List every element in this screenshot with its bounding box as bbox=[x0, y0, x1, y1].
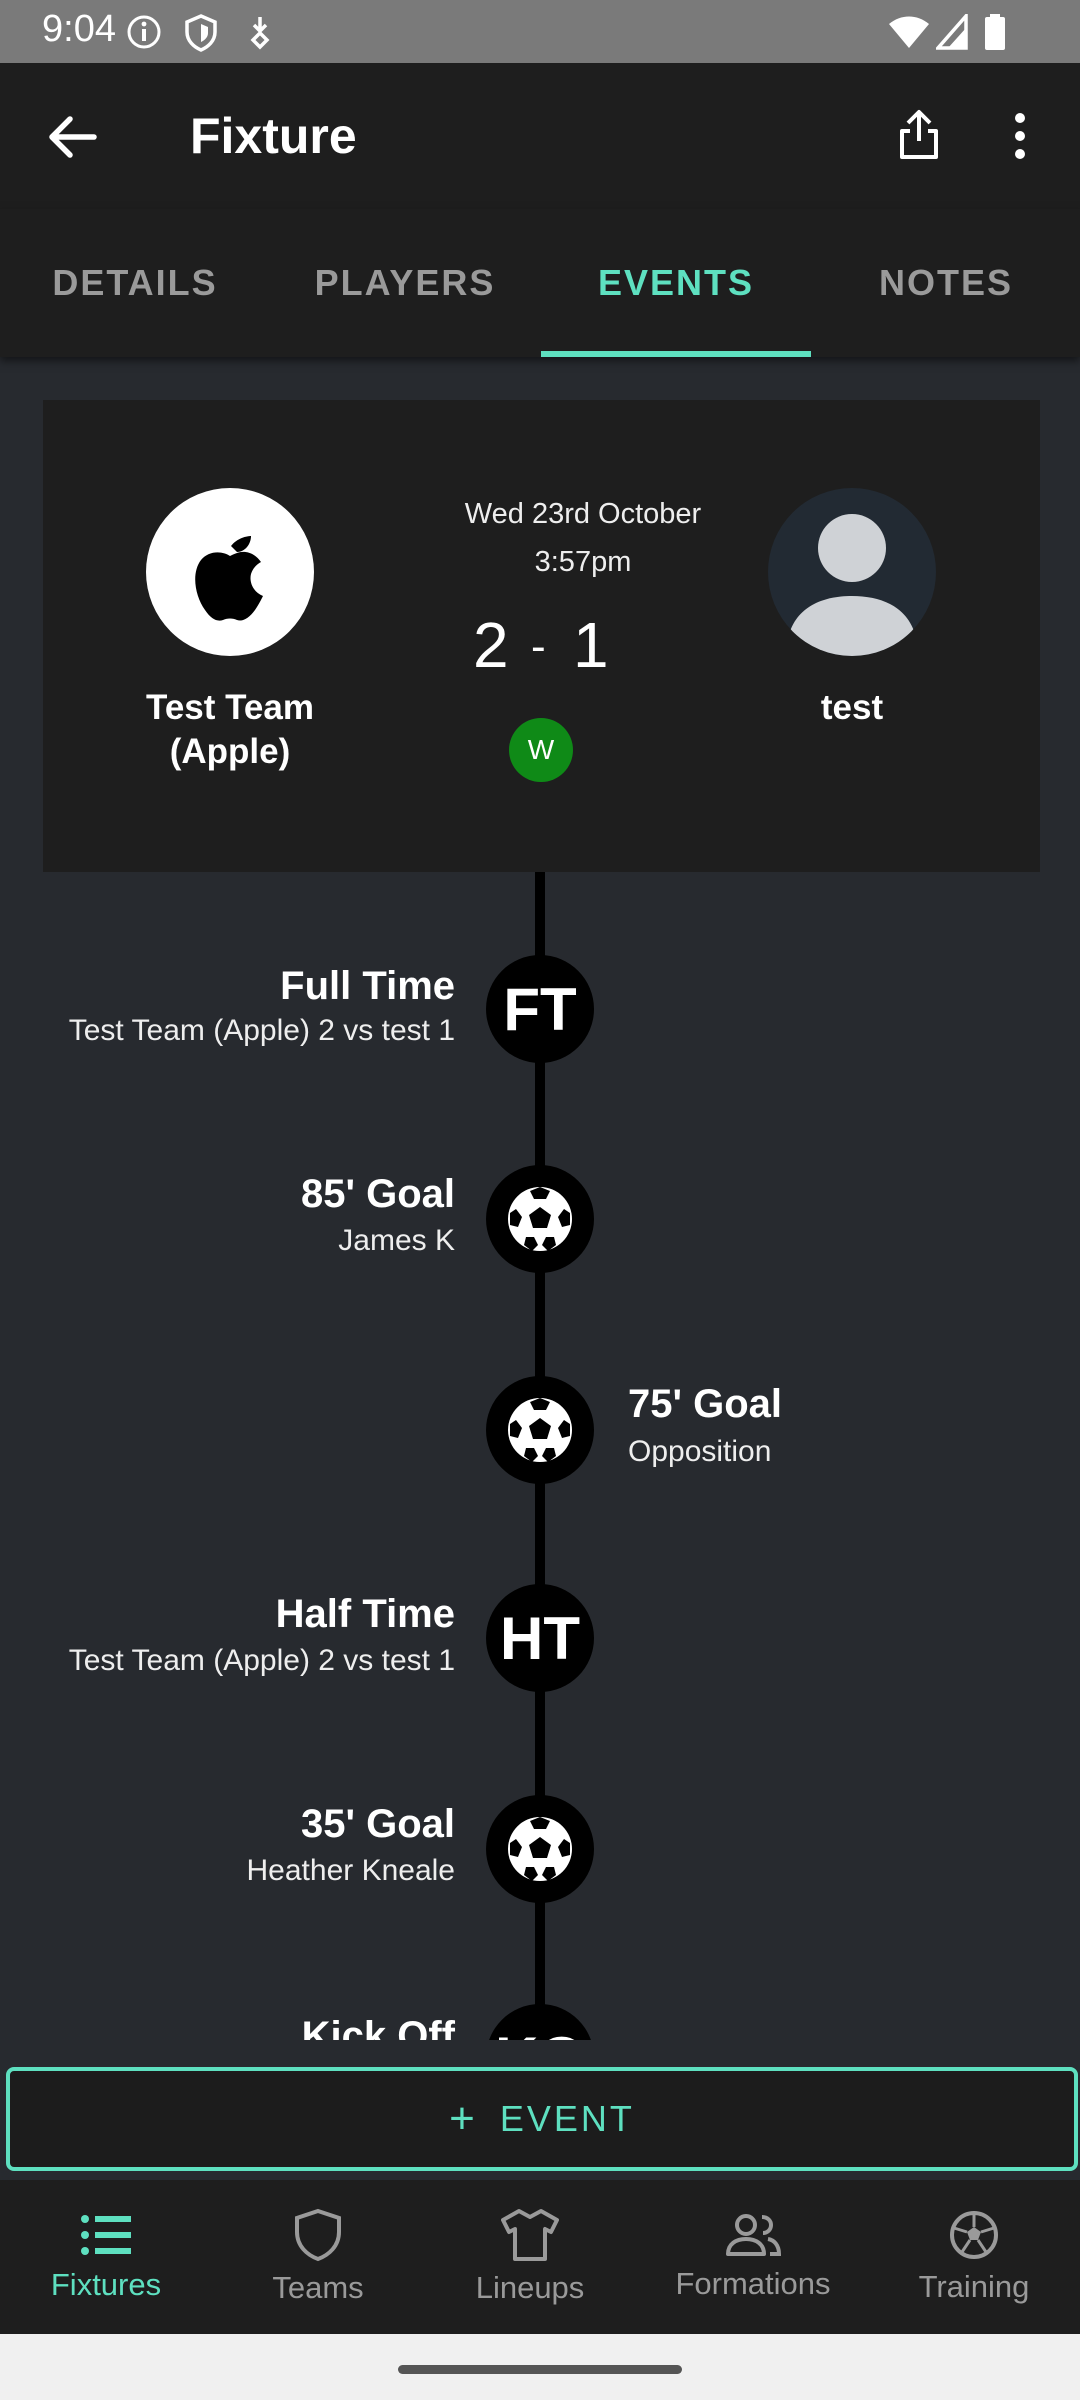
plus-icon: + bbox=[449, 2094, 478, 2143]
tab-bar: DETAILS PLAYERS EVENTS NOTES bbox=[0, 209, 1080, 357]
event-title[interactable]: 75' Goal bbox=[628, 1382, 782, 1427]
nav-lineups-label: Lineups bbox=[475, 2270, 585, 2305]
event-subtitle: Opposition bbox=[628, 1435, 772, 1468]
event-subtitle: James K bbox=[338, 1224, 455, 1257]
event-title[interactable]: Kick Off bbox=[302, 2014, 455, 2040]
tab-indicator bbox=[541, 351, 811, 357]
events-timeline: Full Time Test Team (Apple) 2 vs test 1 … bbox=[0, 872, 1080, 2040]
tab-details[interactable]: DETAILS bbox=[0, 209, 270, 357]
ball-icon[interactable] bbox=[486, 1795, 594, 1903]
home-score: 2 bbox=[473, 609, 509, 681]
event-subtitle: Test Team (Apple) 2 vs test 1 bbox=[68, 1014, 455, 1047]
signal-icon bbox=[936, 14, 968, 50]
event-title[interactable]: Half Time bbox=[276, 1592, 455, 1637]
battery-icon bbox=[985, 14, 1005, 50]
data-saver-icon bbox=[250, 17, 270, 50]
apple-logo-icon bbox=[195, 536, 263, 621]
fixture-time: 3:57pm bbox=[534, 546, 632, 578]
person-icon bbox=[786, 514, 918, 656]
fixture-date: Wed 23rd October bbox=[464, 498, 702, 530]
nav-training[interactable]: Training bbox=[868, 2180, 1080, 2334]
home-team-logo bbox=[146, 488, 314, 656]
info-icon bbox=[127, 15, 161, 49]
nav-lineups[interactable]: Lineups bbox=[424, 2180, 636, 2334]
full-time-icon[interactable]: FT bbox=[486, 955, 594, 1063]
away-score: 1 bbox=[573, 609, 609, 681]
nav-training-label: Training bbox=[918, 2269, 1030, 2304]
tab-events[interactable]: EVENTS bbox=[541, 209, 811, 357]
away-team-name: test bbox=[820, 688, 884, 727]
ball-icon bbox=[950, 2211, 998, 2259]
soccer-ball-icon bbox=[508, 1398, 572, 1462]
nav-teams[interactable]: Teams bbox=[212, 2180, 424, 2334]
back-arrow-icon[interactable] bbox=[44, 109, 100, 165]
status-time: 9:04 bbox=[42, 8, 116, 50]
status-bar: 9:04 bbox=[0, 0, 1080, 63]
shield-status-icon bbox=[185, 14, 217, 52]
people-icon bbox=[726, 2214, 782, 2256]
add-event-button[interactable]: + EVENT bbox=[6, 2067, 1078, 2171]
result-badge: W bbox=[509, 718, 573, 782]
ball-icon[interactable] bbox=[486, 1165, 594, 1273]
nav-fixtures-label: Fixtures bbox=[50, 2267, 162, 2302]
away-team-avatar bbox=[768, 488, 936, 656]
event-subtitle: Heather Kneale bbox=[246, 1854, 455, 1887]
soccer-ball-icon bbox=[508, 1817, 572, 1881]
tab-players[interactable]: PLAYERS bbox=[270, 209, 540, 357]
add-event-label: EVENT bbox=[499, 2098, 635, 2139]
page-title: Fixture bbox=[190, 108, 357, 164]
fixture-card: Test Team (Apple) Wed 23rd October 3:57p… bbox=[43, 400, 1040, 872]
nav-formations-label: Formations bbox=[675, 2266, 831, 2301]
nav-teams-label: Teams bbox=[272, 2270, 364, 2305]
event-subtitle: Test Team (Apple) 2 vs test 1 bbox=[68, 1644, 455, 1677]
nav-formations[interactable]: Formations bbox=[643, 2180, 863, 2334]
event-title[interactable]: 35' Goal bbox=[301, 1802, 455, 1847]
nav-fixtures[interactable]: Fixtures bbox=[0, 2180, 212, 2334]
wifi-icon bbox=[889, 16, 929, 48]
kick-off-icon[interactable]: KO bbox=[486, 2004, 594, 2040]
home-team-name: Test Team (Apple) bbox=[146, 688, 314, 771]
list-icon bbox=[81, 2215, 131, 2255]
share-icon[interactable] bbox=[896, 109, 942, 161]
bottom-navigation: Fixtures Teams Lineups Formations Traini… bbox=[0, 2180, 1080, 2334]
more-vert-icon[interactable] bbox=[1008, 111, 1032, 161]
tab-notes[interactable]: NOTES bbox=[811, 209, 1080, 357]
event-title[interactable]: 85' Goal bbox=[301, 1172, 455, 1217]
half-time-icon[interactable]: HT bbox=[486, 1584, 594, 1692]
fixture-datetime: Wed 23rd October 3:57pm bbox=[383, 490, 783, 586]
event-title[interactable]: Full Time bbox=[280, 964, 455, 1009]
shield-icon bbox=[295, 2208, 341, 2262]
soccer-ball-icon bbox=[508, 1187, 572, 1251]
app-bar: Fixture bbox=[0, 63, 1080, 209]
ball-icon[interactable] bbox=[486, 1376, 594, 1484]
shirt-icon bbox=[501, 2209, 559, 2261]
gesture-handle[interactable] bbox=[398, 2365, 682, 2374]
score-separator: - bbox=[531, 622, 546, 671]
